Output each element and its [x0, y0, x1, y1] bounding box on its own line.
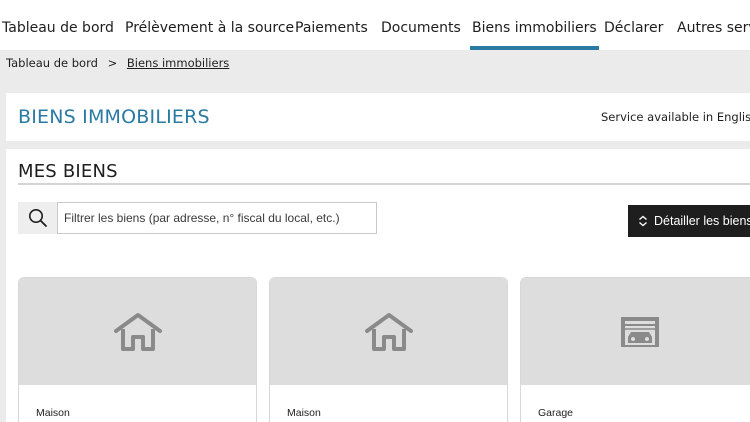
- search-icon: [18, 202, 58, 234]
- breadcrumb-separator: >: [107, 56, 118, 70]
- tab-paiements[interactable]: Paiements: [295, 20, 368, 36]
- bien-card[interactable]: Maison: [269, 277, 508, 422]
- bien-card[interactable]: Garage: [520, 277, 750, 422]
- top-navigation: Tableau de bord Prélèvement à la source …: [0, 0, 750, 50]
- breadcrumb-home[interactable]: Tableau de bord: [6, 56, 98, 70]
- house-icon: [364, 312, 413, 351]
- garage-icon: [620, 316, 659, 347]
- tab-autres-services[interactable]: Autres servi: [677, 20, 750, 36]
- card-type-label: Maison: [287, 407, 321, 419]
- tab-biens-immobiliers[interactable]: Biens immobiliers: [470, 20, 599, 50]
- language-switch-link[interactable]: Service available in English: [601, 110, 750, 124]
- detail-biens-button[interactable]: Détailler les biens: [628, 205, 750, 237]
- bien-card[interactable]: Maison: [18, 277, 257, 422]
- card-image: [19, 278, 256, 385]
- search-input[interactable]: [57, 202, 377, 234]
- house-icon: [113, 312, 162, 351]
- detail-biens-label: Détailler les biens: [654, 214, 750, 228]
- mes-biens-panel: MES BIENS Détailler les biens Maison: [6, 149, 750, 422]
- card-image: [270, 278, 507, 385]
- language-switch-label: Service available in English: [601, 110, 750, 124]
- breadcrumb-current[interactable]: Biens immobiliers: [127, 56, 229, 70]
- section-divider: [18, 183, 750, 185]
- page-title: BIENS IMMOBILIERS: [18, 106, 210, 128]
- tab-declarer[interactable]: Déclarer: [604, 20, 663, 36]
- title-panel: BIENS IMMOBILIERS Service available in E…: [6, 93, 750, 141]
- breadcrumb: Tableau de bord > Biens immobiliers: [6, 56, 229, 70]
- card-type-label: Maison: [36, 407, 70, 419]
- tab-documents[interactable]: Documents: [381, 20, 461, 36]
- card-type-label: Garage: [538, 407, 574, 419]
- chevron-up-down-icon: [638, 215, 648, 227]
- section-title: MES BIENS: [18, 161, 118, 182]
- tab-tableau-de-bord[interactable]: Tableau de bord: [2, 20, 114, 36]
- card-image: [521, 278, 750, 385]
- tab-prelevement-a-la-source[interactable]: Prélèvement à la source: [125, 20, 294, 36]
